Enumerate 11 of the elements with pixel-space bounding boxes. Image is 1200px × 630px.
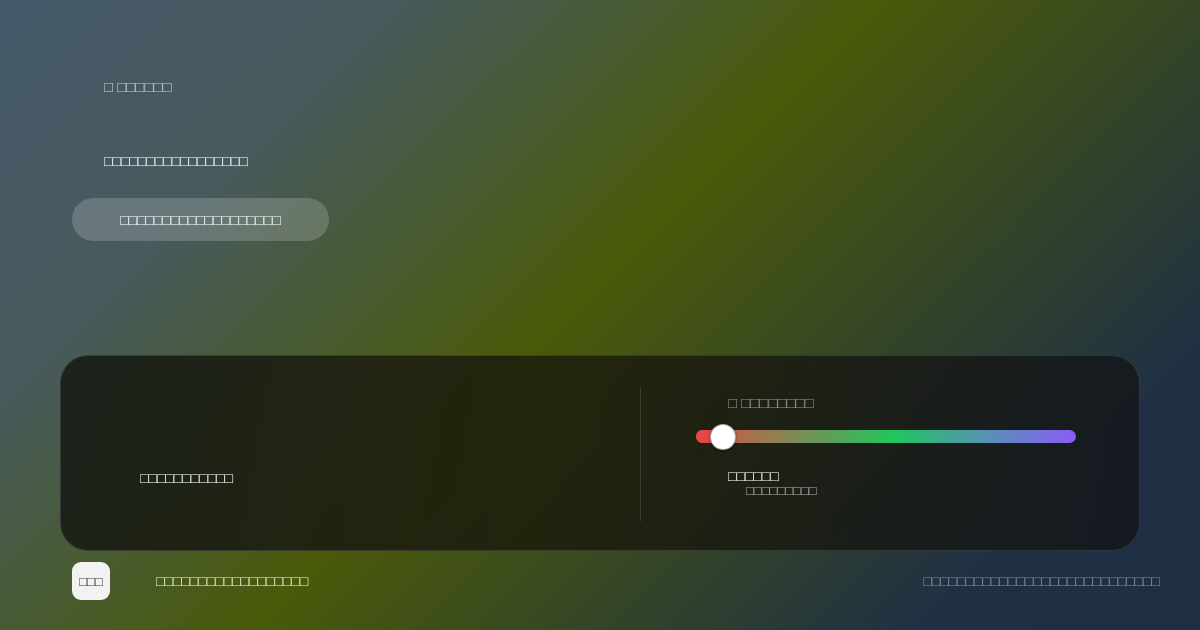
footer-title: □□□□□□□□□□□□□□□□□□	[156, 573, 309, 589]
footer-note: □□□□□□□□□□□□□□□□□□□□□□□□□□□□	[923, 573, 1160, 589]
app-logo: □□□	[72, 562, 110, 600]
slider-thumb[interactable]	[709, 423, 736, 450]
slider-note: □□□□□□□□□	[746, 484, 817, 498]
panel-caption: □□□□□□□□□□□	[140, 470, 234, 486]
slider-label: □ □□□□□□□□	[728, 395, 814, 411]
pill-button[interactable]: □□□□□□□□□□□□□□□□□□□	[72, 198, 329, 241]
slider-value: □□□□□□	[728, 469, 779, 484]
heading-text: □□□□□□□□□□□□□□□□□	[104, 152, 248, 170]
eyebrow-label: □ □□□□□□	[104, 78, 172, 96]
